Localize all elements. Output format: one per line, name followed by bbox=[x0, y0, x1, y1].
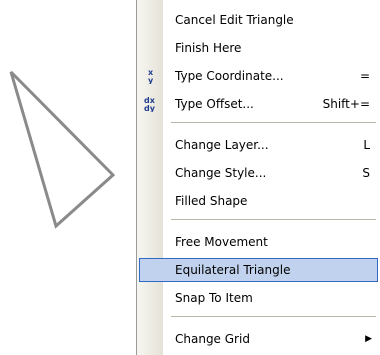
menu-item-label: Change Layer... bbox=[175, 138, 269, 152]
menu-separator bbox=[171, 316, 376, 317]
menu-item-shortcut: S bbox=[362, 166, 370, 180]
menu-item-label: Type Offset... bbox=[175, 97, 254, 111]
menu-item-change-grid[interactable]: Change Grid ▶ bbox=[139, 327, 378, 351]
menu-item-shortcut: = bbox=[359, 69, 370, 83]
menu-item-equilateral-triangle[interactable]: Equilateral Triangle bbox=[139, 258, 378, 282]
menu-item-shortcut: L bbox=[363, 138, 370, 152]
submenu-arrow-icon: ▶ bbox=[365, 334, 372, 344]
menu-item-label: Change Style... bbox=[175, 166, 267, 180]
svg-text:y: y bbox=[148, 76, 154, 84]
menu-item-change-style[interactable]: Change Style... S bbox=[139, 161, 378, 185]
menu-item-type-coordinate[interactable]: x y Type Coordinate... = bbox=[139, 64, 378, 88]
menu-item-label: Finish Here bbox=[175, 41, 242, 55]
svg-text:dy: dy bbox=[144, 104, 156, 112]
menu-item-label: Type Coordinate... bbox=[175, 69, 284, 83]
menu-item-snap-to-item[interactable]: Snap To Item bbox=[139, 286, 378, 310]
menu-separator bbox=[171, 219, 376, 220]
menu-item-label: Change Grid bbox=[175, 332, 250, 346]
menu-item-change-layer[interactable]: Change Layer... L bbox=[139, 133, 378, 157]
menu-item-free-movement[interactable]: Free Movement bbox=[139, 230, 378, 254]
menu-item-shortcut: Shift+= bbox=[322, 97, 370, 111]
menu-item-label: Cancel Edit Triangle bbox=[175, 13, 294, 27]
menu-item-label: Free Movement bbox=[175, 235, 268, 249]
menu-separator bbox=[171, 122, 376, 123]
menu-item-label: Filled Shape bbox=[175, 194, 248, 208]
menu-item-label: Snap To Item bbox=[175, 291, 253, 305]
menu-item-filled-shape[interactable]: Filled Shape bbox=[139, 189, 378, 213]
menu-item-cancel-edit-triangle[interactable]: Cancel Edit Triangle bbox=[139, 8, 378, 32]
triangle-shape[interactable] bbox=[0, 0, 136, 355]
menu-item-type-offset[interactable]: dx dy Type Offset... Shift+= bbox=[139, 92, 378, 116]
menu-item-finish-here[interactable]: Finish Here bbox=[139, 36, 378, 60]
menu-item-label: Equilateral Triangle bbox=[175, 263, 291, 277]
xy-coordinate-icon: x y bbox=[148, 68, 154, 84]
context-menu: Cancel Edit Triangle Finish Here x y Typ… bbox=[136, 0, 380, 355]
dx-dy-offset-icon: dx dy bbox=[144, 96, 156, 112]
